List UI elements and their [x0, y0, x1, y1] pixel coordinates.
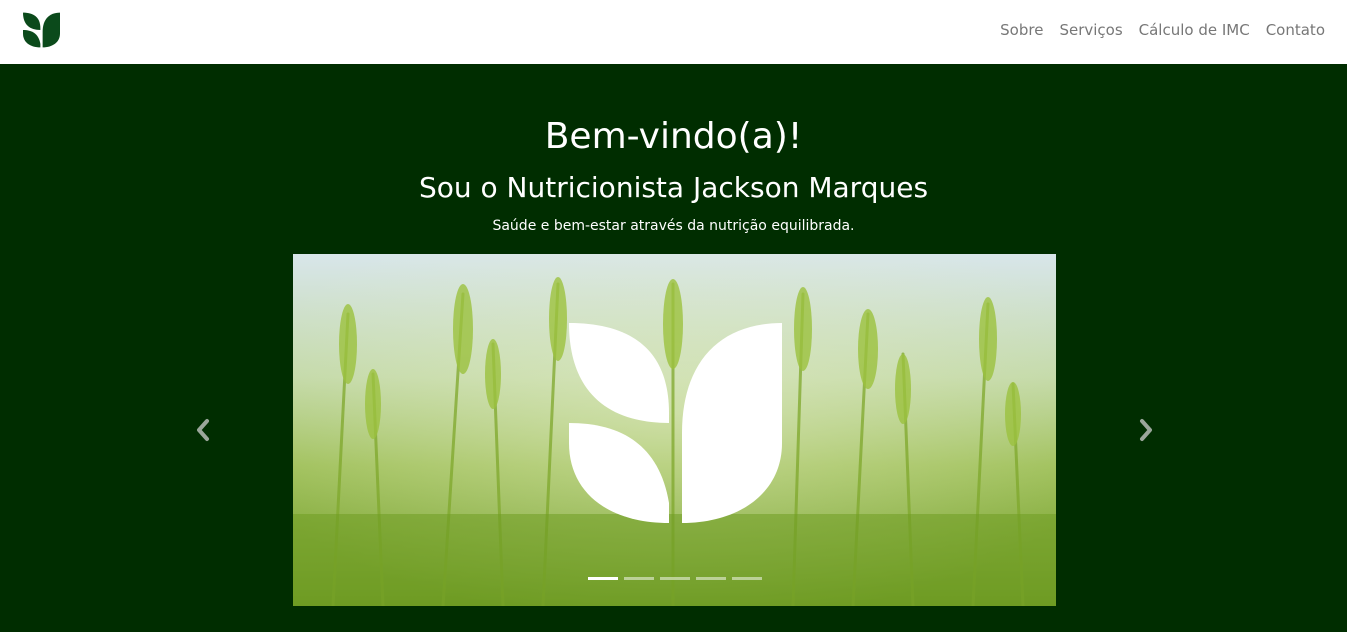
carousel-indicator-5[interactable]	[732, 577, 762, 580]
hero-title: Bem-vindo(a)!	[544, 116, 803, 157]
carousel-indicator-1[interactable]	[588, 577, 618, 580]
nav-item-contato[interactable]: Contato	[1266, 21, 1325, 39]
nav-item-calculo-imc[interactable]: Cálculo de IMC	[1139, 21, 1250, 39]
image-carousel[interactable]	[293, 254, 1056, 606]
nav-item-servicos[interactable]: Serviços	[1059, 21, 1122, 39]
leaf-logo-icon[interactable]	[23, 12, 60, 48]
chevron-right-icon[interactable]	[1134, 416, 1158, 444]
hero-tagline: Saúde e bem-estar através da nutrição eq…	[492, 218, 855, 234]
chevron-left-icon[interactable]	[191, 416, 215, 444]
carousel-indicators	[588, 577, 762, 580]
nav-menu: Sobre Serviços Cálculo de IMC Contato	[984, 20, 1325, 40]
hero-subtitle: Sou o Nutricionista Jackson Marques	[418, 171, 929, 204]
navbar: Sobre Serviços Cálculo de IMC Contato	[0, 0, 1347, 64]
hero-section: Bem-vindo(a)! Sou o Nutricionista Jackso…	[0, 64, 1347, 632]
carousel-indicator-2[interactable]	[624, 577, 654, 580]
nav-item-sobre[interactable]: Sobre	[1000, 21, 1043, 39]
leaf-logo-icon	[569, 323, 782, 523]
carousel-indicator-4[interactable]	[696, 577, 726, 580]
carousel-indicator-3[interactable]	[660, 577, 690, 580]
